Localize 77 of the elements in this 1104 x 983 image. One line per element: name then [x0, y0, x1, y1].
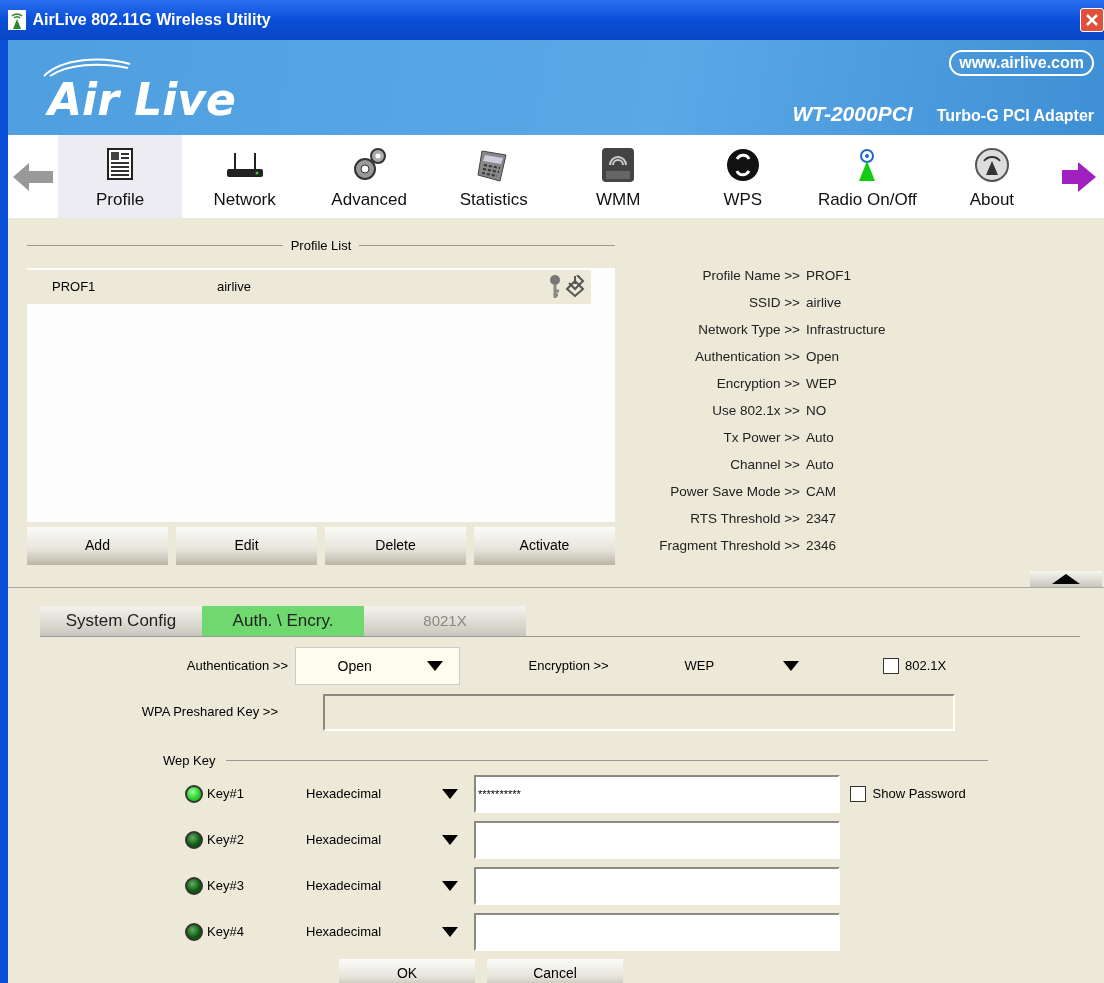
- key-label: Key#1: [207, 784, 245, 803]
- field-label: Authentication >>: [185, 657, 288, 676]
- action-button[interactable]: Add: [27, 526, 168, 565]
- detail-value: 2347: [806, 510, 838, 528]
- caret-icon: [442, 880, 458, 891]
- action-button[interactable]: Cancel: [487, 958, 623, 983]
- input-field[interactable]: [323, 693, 955, 731]
- input-field[interactable]: **********: [474, 774, 840, 813]
- caret-icon: [442, 834, 458, 845]
- window-title: AirLive 802.11G Wireless Utility: [32, 10, 271, 30]
- checkbox[interactable]: [882, 658, 899, 674]
- detail-label: Fragment Threshold >>: [658, 537, 800, 555]
- input-field[interactable]: [474, 912, 840, 951]
- checkbox-label: Show Password: [872, 784, 966, 803]
- detail-label: Use 802.1x >>: [711, 402, 800, 420]
- detail-value: airlive: [806, 294, 843, 312]
- gears-icon: [351, 146, 388, 183]
- close-button[interactable]: [1080, 8, 1104, 32]
- detail-label: Power Save Mode >>: [669, 483, 800, 501]
- key-label: Key#2: [207, 830, 245, 849]
- detail-value: Auto: [806, 429, 835, 447]
- encryption-dropdown[interactable]: WEP: [678, 656, 799, 676]
- detail-value: 2346: [806, 537, 838, 555]
- detail-label: SSID >>: [747, 294, 800, 312]
- detail-label: Encryption >>: [715, 375, 800, 393]
- key-icon: [549, 274, 562, 299]
- authentication-dropdown[interactable]: Open: [294, 647, 460, 685]
- group-title: Wep Key: [163, 752, 216, 770]
- input-field[interactable]: [474, 820, 840, 859]
- format-dropdown[interactable]: Hexadecimal: [306, 921, 458, 942]
- detail-label: Tx Power >>: [722, 429, 800, 447]
- detail-label: Channel >>: [729, 456, 800, 474]
- key-label: Key#4: [207, 922, 245, 941]
- model-name: WT-2000PCI: [792, 101, 913, 127]
- detail-value: PROF1: [806, 267, 852, 285]
- checkbox[interactable]: [850, 785, 866, 802]
- qos-icon: [600, 146, 637, 183]
- detail-value: CAM: [806, 483, 837, 501]
- product-name: Turbo-G PCI Adapter: [936, 106, 1094, 126]
- detail-value: Infrastructure: [806, 321, 886, 339]
- collapse-button[interactable]: [1030, 571, 1102, 587]
- detail-label: Network Type >>: [697, 321, 800, 339]
- detail-value: Open: [806, 348, 841, 366]
- checkbox-label: 802.1X: [905, 657, 947, 676]
- close-icon: [1085, 13, 1099, 27]
- caret-icon: [426, 661, 443, 671]
- website-url: www.airlive.com: [949, 50, 1094, 76]
- caret-icon: [442, 788, 458, 799]
- detail-label: Profile Name >>: [701, 267, 800, 285]
- list-row[interactable]: PROF1 airlive: [27, 269, 591, 304]
- format-dropdown[interactable]: Hexadecimal: [306, 783, 458, 804]
- action-button[interactable]: Delete: [325, 526, 466, 565]
- action-button[interactable]: Edit: [176, 526, 317, 565]
- format-dropdown[interactable]: Hexadecimal: [306, 875, 458, 896]
- action-button[interactable]: Activate: [474, 526, 615, 565]
- table-cell-text: PROF1: [52, 277, 97, 296]
- table-cell-text: airlive: [217, 277, 251, 296]
- detail-value: WEP: [806, 375, 838, 393]
- refresh-badge-icon: [724, 146, 761, 183]
- detail-label: Authentication >>: [693, 348, 800, 366]
- detail-value: Auto: [806, 456, 835, 474]
- caret-icon: [782, 661, 799, 671]
- format-dropdown[interactable]: Hexadecimal: [306, 829, 458, 850]
- detail-label: RTS Threshold >>: [689, 510, 800, 528]
- field-label: Encryption >>: [528, 657, 610, 676]
- detail-value: NO: [806, 402, 828, 420]
- key-label: Key#3: [207, 876, 245, 895]
- caret-icon: [442, 926, 458, 937]
- tab[interactable]: Auth. \ Encry.: [202, 606, 364, 636]
- wireless-antenna-icon: [8, 10, 26, 30]
- group-title: Profile List: [290, 237, 352, 255]
- tab[interactable]: System Config: [40, 606, 202, 636]
- triangle-up-icon: [1052, 574, 1080, 584]
- toolbar-button[interactable]: Profile: [57, 135, 183, 218]
- action-button[interactable]: OK: [339, 958, 475, 983]
- field-label: WPA Preshared Key >>: [140, 703, 278, 722]
- input-field[interactable]: [474, 866, 840, 905]
